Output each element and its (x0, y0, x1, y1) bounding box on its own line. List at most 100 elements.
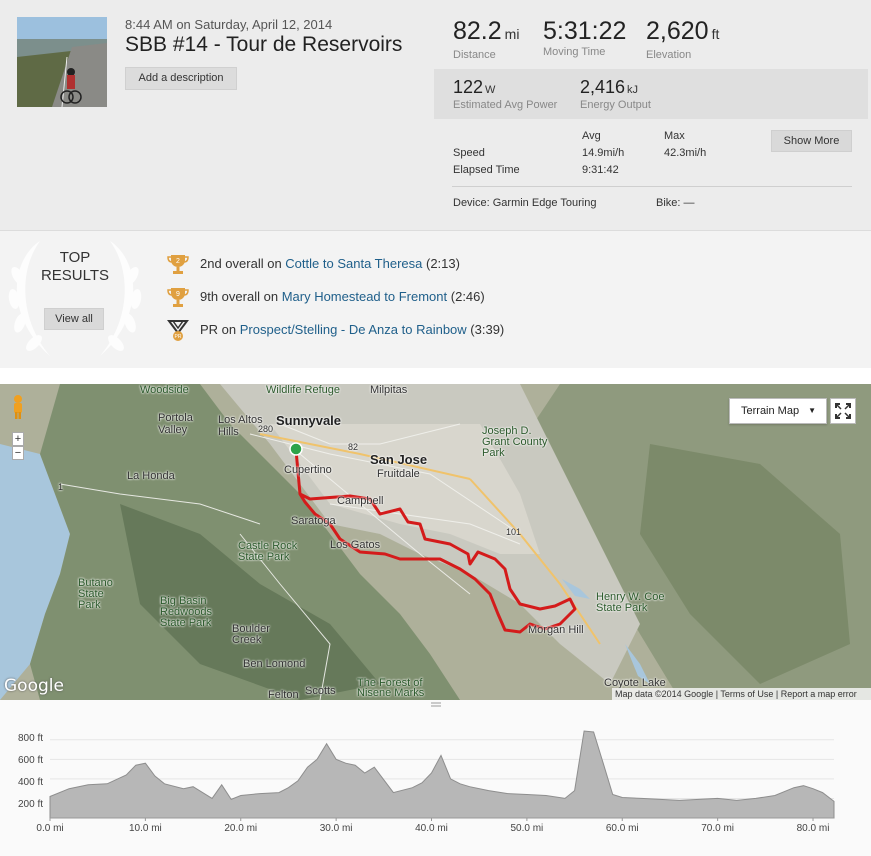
terrain-map-label: Terrain Map (741, 405, 800, 417)
map-label: Ben Lomond (243, 658, 306, 670)
y-tick-label: 600 ft (18, 755, 44, 766)
show-more-button[interactable]: Show More (771, 130, 852, 152)
segment-link[interactable]: Mary Homestead to Fremont (282, 289, 447, 304)
map-label: Butano State Park (78, 577, 113, 611)
x-tick-label: 20.0 mi (224, 823, 258, 834)
elevation-value: 2,620 (646, 17, 709, 45)
fullscreen-icon[interactable] (830, 398, 856, 424)
map-label: San Jose (370, 452, 428, 467)
activity-photo[interactable] (17, 17, 107, 107)
y-tick-label: 800 ft (18, 733, 44, 744)
activity-time-on: on (176, 17, 191, 32)
google-logo: Google (4, 676, 64, 696)
map-label: Wildlife Refuge (266, 384, 340, 396)
street-view-pegman-icon[interactable] (11, 394, 25, 420)
result-time: (2:46) (450, 289, 485, 304)
x-tick-label: 70.0 mi (701, 823, 735, 834)
map-label: Scotts (305, 685, 336, 697)
pr-medal-icon: PR (167, 320, 189, 341)
elevation-stat: 2,620 ft Elevation (646, 18, 719, 61)
bike-info: Bike: — (656, 197, 695, 209)
x-tick-label: 0.0 mi (36, 823, 64, 834)
result-time: (3:39) (470, 322, 505, 337)
x-tick-label: 50.0 mi (510, 823, 544, 834)
x-tick-label: 40.0 mi (415, 823, 448, 834)
terrain-map-graphic (0, 384, 871, 700)
map-label: Milpitas (370, 384, 408, 396)
energy-stat: 2,416 kJ Energy Output (580, 77, 651, 111)
elapsed-time-value: 9:31:42 (582, 164, 619, 176)
resize-handle-icon[interactable] (429, 701, 443, 708)
speed-avg-value: 14.9mi/h (582, 147, 625, 159)
result-prefix: 9th overall on (200, 289, 279, 304)
trophy-gold-icon: 9 (167, 288, 189, 307)
activity-title: SBB #14 - Tour de Reservoirs (125, 33, 403, 56)
device-info: Device: Garmin Edge Touring (453, 197, 597, 209)
highway-shield: 101 (506, 527, 522, 537)
result-badge: PR (175, 334, 182, 340)
y-tick-label: 400 ft (18, 777, 44, 788)
elevation-label: Elevation (646, 49, 692, 61)
result-prefix: 2nd overall on (200, 256, 282, 271)
x-tick-label: 60.0 mi (605, 823, 639, 834)
zoom-out-button[interactable]: − (12, 446, 24, 460)
segment-link[interactable]: Prospect/Stelling - De Anza to Rainbow (240, 322, 467, 337)
distance-stat: 82.2 mi Distance (453, 18, 519, 61)
avg-column-header: Avg (582, 130, 601, 142)
top-results-section: TOP RESULTS View all 2 2nd overall on Co… (0, 230, 871, 368)
moving-time-value: 5:31:22 (543, 17, 627, 45)
distance-unit: mi (504, 26, 520, 42)
add-description-button[interactable]: Add a description (125, 67, 237, 90)
result-prefix: PR on (200, 322, 237, 337)
map-label: Woodside (140, 384, 189, 396)
x-tick-label: 30.0 mi (319, 823, 353, 834)
map-label: Sunnyvale (276, 413, 342, 428)
result-badge: 2 (176, 258, 180, 265)
map-label: Joseph D. Grant County Park (482, 425, 548, 459)
map-label: Fruitdale (377, 468, 420, 480)
trophy-silver-icon: 2 (167, 255, 189, 274)
highway-shield: 82 (348, 442, 359, 452)
energy-unit: kJ (627, 84, 639, 96)
elapsed-time-label: Elapsed Time (453, 164, 520, 176)
activity-date: Saturday, April 12, 2014 (194, 17, 333, 32)
zoom-in-button[interactable]: + (12, 432, 24, 446)
result-time: (2:13) (426, 256, 460, 271)
energy-value: 2,416 (580, 77, 626, 97)
distance-label: Distance (453, 49, 496, 61)
moving-time-stat: 5:31:22 Moving Time (543, 18, 626, 58)
map-label: The Forest of Nisene Marks (357, 677, 425, 699)
segment-link[interactable]: Cottle to Santa Theresa (285, 256, 422, 271)
distance-value: 82.2 (453, 17, 502, 45)
map-label: Big Basin Redwoods State Park (160, 595, 212, 629)
map-label: Morgan Hill (528, 624, 584, 636)
moving-time-label: Moving Time (543, 46, 606, 58)
energy-label: Energy Output (580, 99, 651, 111)
speed-label: Speed (453, 147, 485, 159)
map-label: Cupertino (284, 464, 332, 476)
top-results-title: TOP RESULTS (40, 249, 110, 284)
y-tick-label: 200 ft (18, 799, 44, 810)
power-panel: 122 W Estimated Avg Power 2,416 kJ Energy … (434, 69, 868, 119)
activity-time: 8:44 AM (125, 17, 173, 32)
route-map[interactable]: Woodside Wildlife Refuge Milpitas Sunnyv… (0, 384, 871, 700)
max-column-header: Max (664, 130, 685, 142)
map-label: Boulder Creek (232, 623, 270, 646)
highway-shield: 280 (258, 424, 274, 434)
map-label: La Honda (127, 470, 175, 482)
activity-header: 8:44 AM on Saturday, April 12, 2014 SBB … (0, 0, 871, 230)
map-label: Campbell (337, 495, 384, 507)
speed-max-value: 42.3mi/h (664, 147, 707, 159)
power-label: Estimated Avg Power (453, 99, 558, 111)
result-badge: 9 (176, 291, 180, 298)
map-attribution[interactable]: Map data ©2014 Google | Terms of Use | R… (612, 688, 871, 700)
elevation-unit: ft (711, 26, 720, 42)
view-all-button[interactable]: View all (44, 308, 104, 330)
map-label: Saratoga (291, 515, 336, 527)
terrain-map-dropdown[interactable]: Terrain Map ▼ (729, 398, 827, 424)
x-tick-label: 80.0 mi (796, 823, 830, 834)
highway-shield: 1 (58, 482, 64, 492)
power-value: 122 (453, 77, 484, 97)
power-stat: 122 W Estimated Avg Power (453, 77, 557, 111)
map-label: Los Gatos (330, 539, 381, 551)
